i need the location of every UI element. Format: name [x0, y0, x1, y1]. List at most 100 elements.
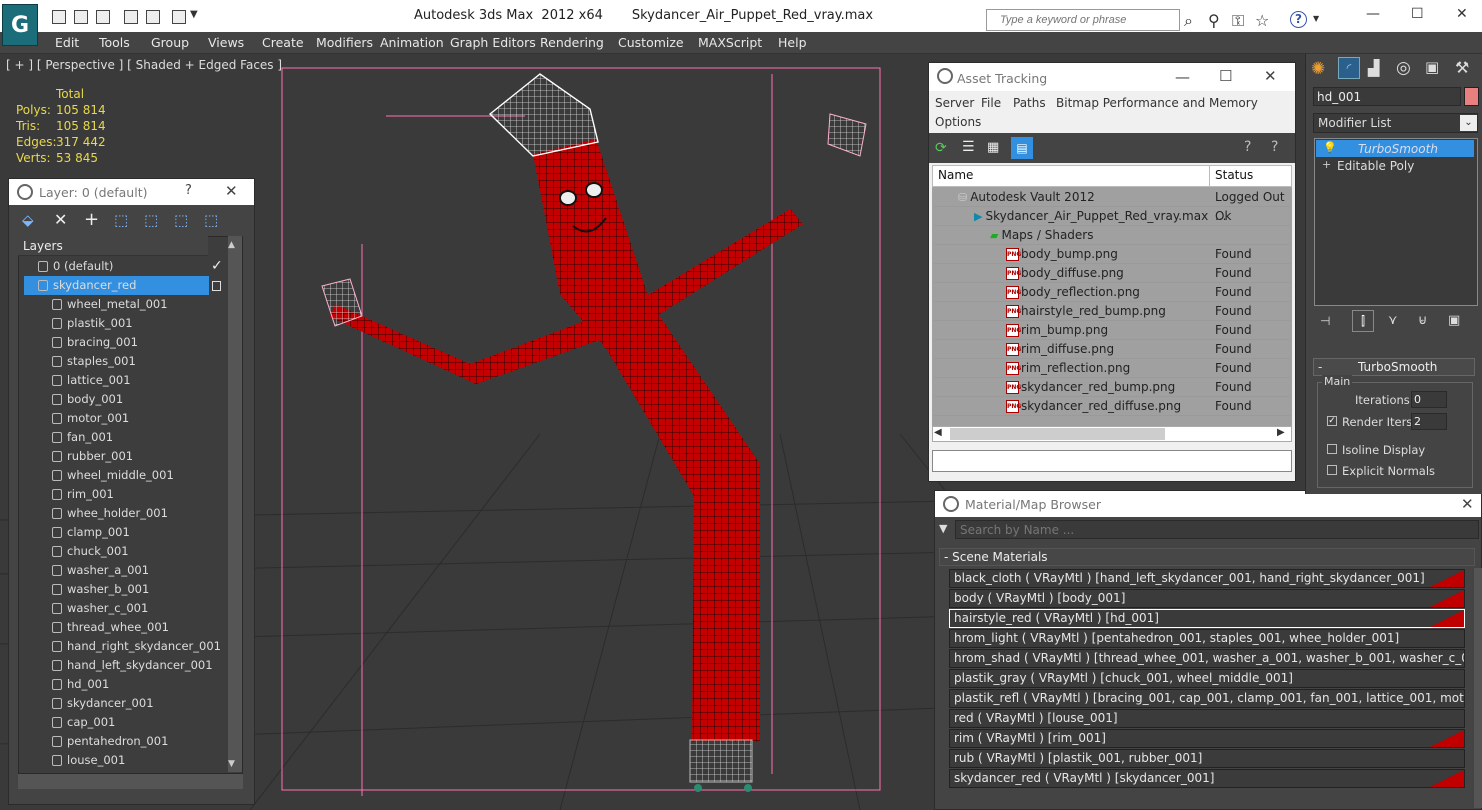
material-close-button[interactable]: ✕ — [1461, 495, 1474, 513]
layer-row-object[interactable]: hand_left_skydancer_001 — [24, 656, 213, 675]
display-tab-icon[interactable]: ▣ — [1425, 58, 1439, 76]
minimize-button[interactable]: — — [1366, 6, 1380, 22]
menu-edit[interactable]: Edit — [55, 35, 79, 50]
new-file-icon[interactable] — [52, 10, 66, 24]
layer-row-object[interactable]: washer_c_001 — [24, 599, 209, 618]
material-row[interactable]: plastik_refl ( VRayMtl ) [bracing_001, c… — [949, 689, 1465, 708]
layer-row-object[interactable]: hand_right_skydancer_001 — [24, 637, 221, 656]
material-row[interactable]: black_cloth ( VRayMtl ) [hand_left_skyda… — [949, 569, 1465, 588]
layers-column-header[interactable]: Layers — [18, 236, 208, 256]
close-button[interactable]: ✕ — [1456, 6, 1468, 22]
layer-row-object[interactable]: staples_001 — [24, 352, 209, 371]
add-to-layer-icon[interactable]: + — [84, 209, 99, 230]
layer-row-object[interactable]: skydancer_001 — [24, 694, 209, 713]
thumbnail-view-icon[interactable]: ▦ — [987, 140, 999, 155]
layer-row-object[interactable]: washer_b_001 — [24, 580, 209, 599]
menu-maxscript[interactable]: MAXScript — [698, 35, 762, 50]
material-row[interactable]: rim ( VRayMtl ) [rim_001] — [949, 729, 1465, 748]
stack-item-editable-poly[interactable]: Editable Poly — [1337, 159, 1414, 173]
modify-tab-icon[interactable]: ◜ — [1338, 57, 1360, 79]
pin-stack-icon[interactable]: ⊣ — [1320, 314, 1330, 328]
asset-maximize-button[interactable]: ☐ — [1219, 67, 1232, 85]
material-row[interactable]: skydancer_red ( VRayMtl ) [skydancer_001… — [949, 769, 1465, 788]
redo-icon[interactable] — [146, 10, 160, 24]
help-query-icon[interactable]: ? — [1244, 139, 1251, 155]
asset-scroll-left-icon[interactable]: ◀ — [934, 427, 942, 438]
material-browser-titlebar[interactable]: Material/Map Browser ✕ — [935, 491, 1481, 517]
help-dropdown-icon[interactable]: ▼ — [1313, 14, 1319, 23]
material-row[interactable]: rub ( VRayMtl ) [plastik_001, rubber_001… — [949, 749, 1465, 768]
asset-minimize-button[interactable]: — — [1175, 68, 1190, 86]
layer-row-object[interactable]: body_001 — [24, 390, 209, 409]
project-folder-icon[interactable] — [172, 10, 186, 24]
asset-row[interactable]: ▶ Skydancer_Air_Puppet_Red_vray.max Ok — [934, 207, 1290, 226]
asset-menu-server[interactable]: Server — [935, 96, 974, 110]
layer-row-skydancer-red[interactable]: skydancer_red — [24, 276, 209, 295]
asset-row[interactable]: PNGskydancer_red_diffuse.png Found — [934, 397, 1290, 416]
material-row[interactable]: red ( VRayMtl ) [louse_001] — [949, 709, 1465, 728]
asset-row[interactable]: ▰ Maps / Shaders — [934, 226, 1290, 245]
material-search-input[interactable] — [955, 520, 1479, 539]
layer-row-object[interactable]: thread_whee_001 — [24, 618, 209, 637]
asset-scroll-right-icon[interactable]: ▶ — [1277, 427, 1285, 438]
layer-row-object[interactable]: wheel_middle_001 — [24, 466, 209, 485]
table-view-icon[interactable]: ▤ — [1011, 137, 1033, 159]
menu-tools[interactable]: Tools — [99, 35, 130, 50]
layer-scrollbar[interactable] — [228, 236, 242, 772]
layer-row-object[interactable]: washer_a_001 — [24, 561, 209, 580]
utilities-tab-icon[interactable]: ⚒ — [1455, 58, 1469, 77]
show-end-result-icon[interactable]: ⫿ — [1352, 310, 1374, 332]
viewport-label[interactable]: [ + ] [ Perspective ] [ Shaded + Edged F… — [6, 58, 282, 72]
render-iters-checkbox[interactable]: ✓ — [1327, 416, 1337, 426]
search-input[interactable] — [1000, 10, 1178, 30]
asset-row[interactable]: PNGhairstyle_red_bump.png Found — [934, 302, 1290, 321]
asset-row[interactable]: ⛁ Autodesk Vault 2012 Logged Out ... — [934, 188, 1290, 223]
material-row[interactable]: body ( VRayMtl ) [body_001] — [949, 589, 1465, 608]
material-options-icon[interactable]: ▼ — [939, 522, 947, 535]
menu-create[interactable]: Create — [262, 35, 304, 50]
delete-layer-icon[interactable]: ✕ — [54, 210, 67, 229]
modifier-list-arrow-icon[interactable]: ⌄ — [1460, 115, 1477, 131]
layer-panel-titlebar[interactable]: Layer: 0 (default) ? ✕ — [9, 179, 254, 205]
hierarchy-tab-icon[interactable]: ▟ — [1368, 59, 1380, 77]
menu-modifiers[interactable]: Modifiers — [316, 35, 373, 50]
help-info-icon[interactable]: ? — [1271, 139, 1278, 155]
menu-customize[interactable]: Customize — [618, 35, 684, 50]
create-tab-icon[interactable]: ✺ — [1311, 59, 1325, 79]
layer-row-object[interactable]: pentahedron_001 — [24, 732, 209, 751]
material-row[interactable]: hrom_light ( VRayMtl ) [pentahedron_001,… — [949, 629, 1465, 648]
iterations-spinner[interactable] — [1411, 391, 1447, 408]
configure-sets-icon[interactable]: ▣ — [1448, 313, 1460, 328]
save-file-icon[interactable] — [96, 10, 110, 24]
material-row[interactable]: hrom_shad ( VRayMtl ) [thread_whee_001, … — [949, 649, 1465, 668]
menu-rendering[interactable]: Rendering — [540, 35, 604, 50]
asset-tracking-titlebar[interactable]: Asset Tracking — ☐ ✕ — [929, 63, 1295, 91]
layer-scroll-down-icon[interactable]: ▼ — [228, 759, 235, 769]
help-icon[interactable]: ? — [1290, 11, 1307, 28]
menu-group[interactable]: Group — [151, 35, 189, 50]
object-color-swatch[interactable] — [1464, 87, 1479, 106]
modifier-list-dropdown[interactable]: Modifier List — [1313, 113, 1478, 133]
layer-row-object[interactable]: bracing_001 — [24, 333, 209, 352]
asset-row[interactable]: PNGskydancer_red_bump.png Found — [934, 378, 1290, 397]
asset-menu-bitmap[interactable]: Bitmap Performance and Memory — [1056, 96, 1258, 110]
layer-hscrollbar[interactable] — [18, 774, 243, 789]
expand-plus-icon[interactable]: + — [1322, 158, 1331, 171]
list-view-icon[interactable]: ☰ — [962, 139, 975, 155]
layer-row-object[interactable]: hd_001 — [24, 675, 209, 694]
open-file-icon[interactable] — [74, 10, 88, 24]
layer-row-object[interactable]: chuck_001 — [24, 542, 209, 561]
asset-row[interactable]: PNGbody_diffuse.png Found — [934, 264, 1290, 283]
layer-scroll-up-icon[interactable]: ▲ — [228, 240, 235, 250]
col-name-header[interactable]: Name — [938, 168, 973, 182]
select-objects-icon[interactable]: ⬚ — [114, 211, 128, 229]
layer-row-object[interactable]: motor_001 — [24, 409, 209, 428]
layer-row-object[interactable]: fan_001 — [24, 428, 209, 447]
asset-menu-options[interactable]: Options — [935, 115, 981, 129]
asset-close-button[interactable]: ✕ — [1264, 67, 1277, 85]
material-row[interactable]: hairstyle_red ( VRayMtl ) [hd_001] — [949, 609, 1465, 628]
layer-row-object[interactable]: cap_001 — [24, 713, 209, 732]
isoline-checkbox[interactable] — [1327, 444, 1337, 454]
render-iters-spinner[interactable] — [1411, 413, 1447, 430]
create-layer-icon[interactable]: ⬙ — [22, 211, 34, 229]
